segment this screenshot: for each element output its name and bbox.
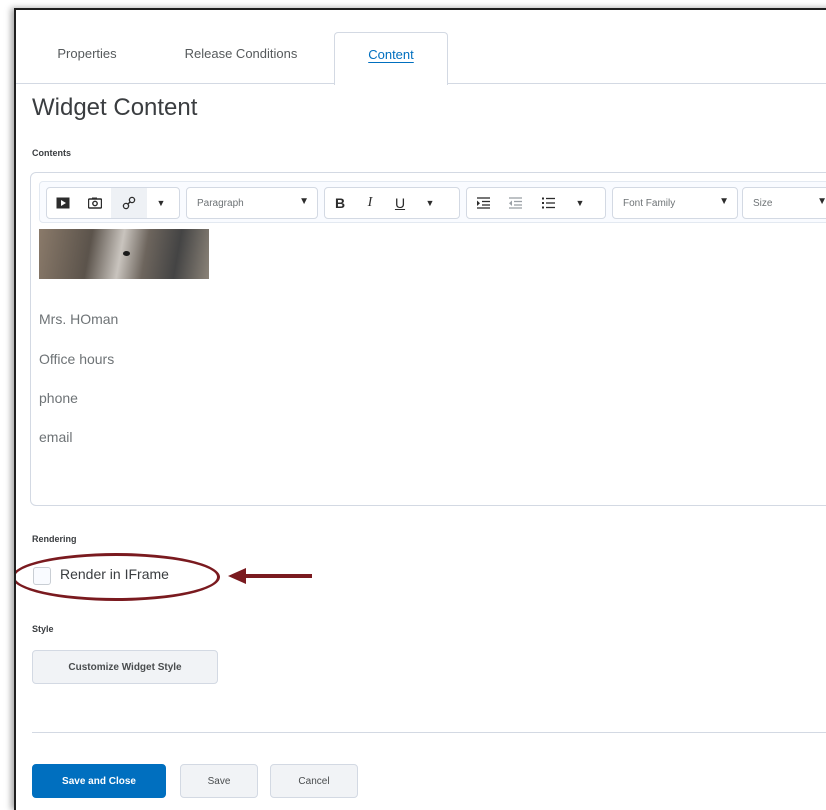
tab-content[interactable]: Content [334, 32, 448, 85]
koala-image[interactable] [39, 229, 209, 279]
indent-icon[interactable] [467, 188, 499, 218]
editor-text-line: email [39, 429, 73, 445]
chevron-down-icon: ▼ [719, 196, 729, 207]
chevron-down-icon[interactable]: ▼ [565, 188, 595, 218]
paragraph-select-value: Paragraph [197, 197, 244, 209]
font-family-select[interactable]: Font Family ▼ [612, 187, 738, 219]
link-icon[interactable] [111, 188, 147, 218]
tab-bar: Properties Release Conditions Content [16, 32, 826, 85]
page-title: Widget Content [32, 94, 198, 121]
list-icon[interactable] [531, 188, 565, 218]
chevron-down-icon[interactable]: ▼ [415, 188, 445, 218]
outdent-icon[interactable] [499, 188, 531, 218]
annotation-arrow-icon [228, 568, 312, 584]
tab-properties[interactable]: Properties [52, 32, 122, 84]
size-select[interactable]: Size ▼ [742, 187, 826, 219]
dialog-frame: Properties Release Conditions Content Wi… [14, 8, 826, 810]
editor-toolbar: ▼ Paragraph ▼ B I U ▼ ▼ Font Family ▼ Si… [39, 181, 826, 223]
underline-button[interactable]: U [385, 188, 415, 218]
footer-divider [32, 732, 826, 733]
video-icon[interactable] [47, 188, 79, 218]
format-group: B I U ▼ [324, 187, 460, 219]
insert-group: ▼ [46, 187, 180, 219]
rendering-label: Rendering [32, 534, 77, 544]
customize-widget-style-button[interactable]: Customize Widget Style [32, 650, 218, 684]
cancel-button[interactable]: Cancel [270, 764, 358, 798]
html-editor[interactable]: ▼ Paragraph ▼ B I U ▼ ▼ Font Family ▼ Si… [30, 172, 826, 506]
size-select-value: Size [753, 197, 773, 209]
camera-icon[interactable] [79, 188, 111, 218]
editor-text-line: phone [39, 390, 78, 406]
chevron-down-icon: ▼ [299, 196, 309, 207]
editor-text-line: Office hours [39, 351, 115, 367]
italic-button[interactable]: I [355, 188, 385, 218]
font-family-select-value: Font Family [623, 197, 676, 209]
editor-text-line: Mrs. HOman [39, 311, 119, 327]
chevron-down-icon[interactable]: ▼ [147, 188, 175, 218]
save-and-close-button[interactable]: Save and Close [32, 764, 166, 798]
annotation-circle [16, 553, 220, 601]
paragraph-select[interactable]: Paragraph ▼ [186, 187, 318, 219]
contents-label: Contents [32, 148, 71, 158]
save-button[interactable]: Save [180, 764, 258, 798]
image-detail [123, 251, 130, 256]
bold-button[interactable]: B [325, 188, 355, 218]
list-group: ▼ [466, 187, 606, 219]
chevron-down-icon: ▼ [817, 196, 826, 207]
tab-release-conditions[interactable]: Release Conditions [176, 32, 306, 84]
style-label: Style [32, 624, 54, 634]
